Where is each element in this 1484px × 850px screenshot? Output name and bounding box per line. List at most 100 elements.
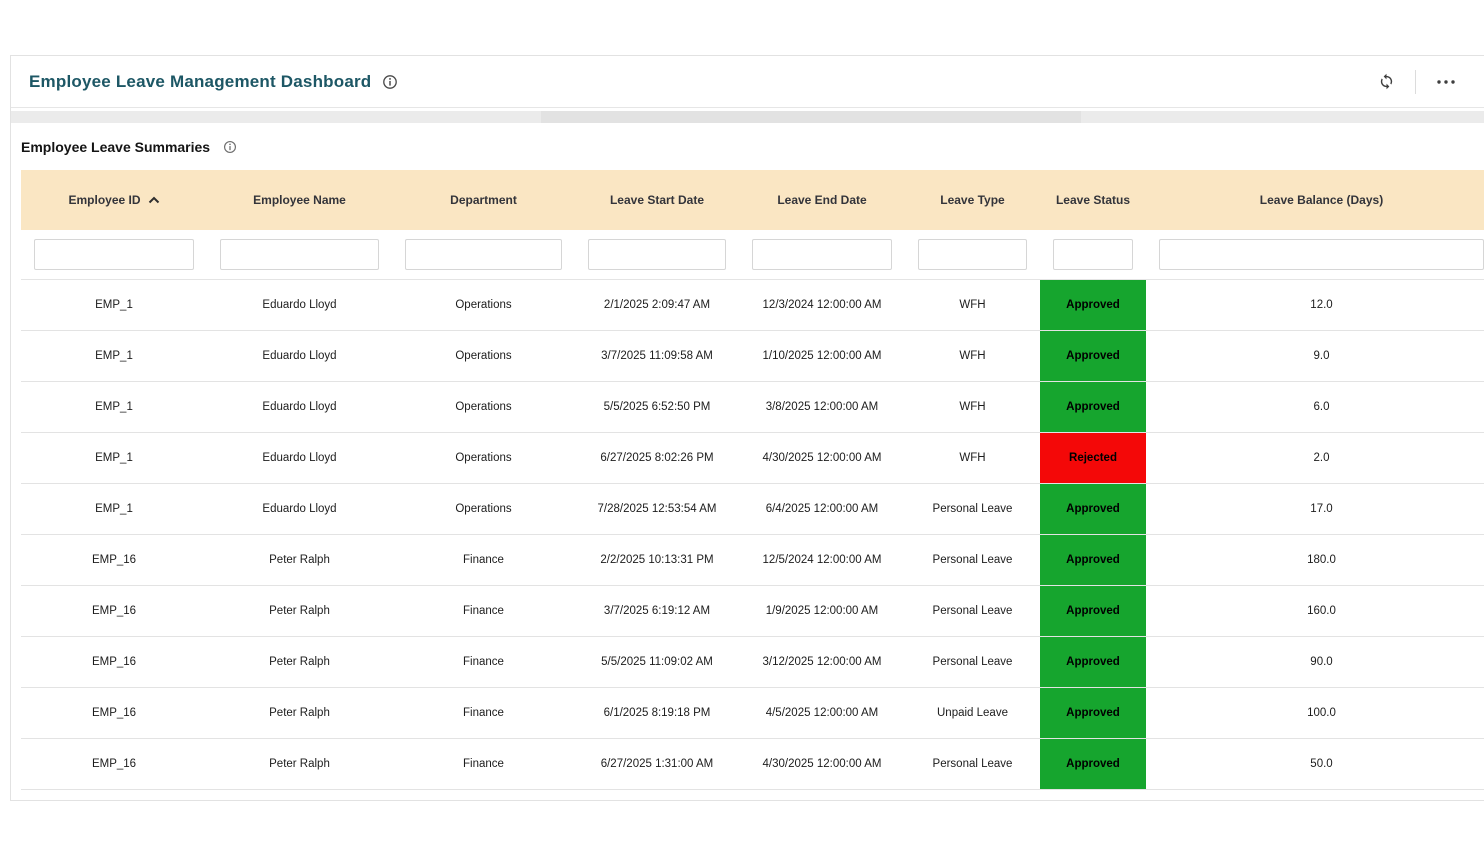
column-header-label: Leave Status xyxy=(1055,193,1131,207)
cell-leave-start: 6/1/2025 8:19:18 PM xyxy=(575,688,739,738)
cell-text: WFH xyxy=(959,299,986,311)
table-row[interactable]: EMP_1 Eduardo Lloyd Operations 6/27/2025 8:… xyxy=(21,433,1484,484)
table-row[interactable]: EMP_1 Eduardo Lloyd Operations 3/7/2025 11:… xyxy=(21,331,1484,382)
table-row[interactable]: EMP_16 Peter Ralph Finance 3/7/2025 6:19:12… xyxy=(21,586,1484,637)
filter-input-leave-start[interactable] xyxy=(588,239,726,270)
cell-text: Eduardo Lloyd xyxy=(262,350,337,362)
cell-text: Personal Leave xyxy=(932,656,1013,668)
cell-employee-name: Eduardo Lloyd xyxy=(207,382,392,432)
filter-input-department[interactable] xyxy=(405,239,562,270)
status-badge: Approved xyxy=(1040,484,1146,534)
refresh-icon[interactable] xyxy=(1378,73,1395,90)
cell-department: Finance xyxy=(392,739,575,789)
cell-text: WFH xyxy=(959,350,986,362)
cell-leave-start: 6/27/2025 1:31:00 AM xyxy=(575,739,739,789)
filter-cell xyxy=(207,239,392,270)
cell-text: Finance xyxy=(463,707,504,719)
cell-text: 6/27/2025 8:02:26 PM xyxy=(600,452,714,464)
cell-department: Operations xyxy=(392,331,575,381)
column-header-label: Leave Balance (Days) xyxy=(1259,193,1384,207)
cell-employee-name: Peter Ralph xyxy=(207,586,392,636)
cell-text: EMP_1 xyxy=(95,452,133,464)
filter-cell xyxy=(905,239,1040,270)
cell-employee-id: EMP_16 xyxy=(21,688,207,738)
status-badge: Rejected xyxy=(1040,433,1146,483)
table-row[interactable]: EMP_16 Peter Ralph Finance 5/5/2025 11:09:0… xyxy=(21,637,1484,688)
column-header-leave-type[interactable]: Leave Type xyxy=(905,193,1040,207)
column-header-leave-start[interactable]: Leave Start Date xyxy=(575,193,739,207)
cell-leave-type: Personal Leave xyxy=(905,586,1040,636)
cell-text: WFH xyxy=(959,452,986,464)
column-header-leave-status[interactable]: Leave Status xyxy=(1040,193,1146,207)
cell-text: 50.0 xyxy=(1310,758,1333,770)
cell-text: 1/9/2025 12:00:00 AM xyxy=(765,605,879,617)
table-row[interactable]: EMP_16 Peter Ralph Finance 2/2/2025 10:13:3… xyxy=(21,535,1484,586)
cell-text: 17.0 xyxy=(1310,503,1333,515)
section-heading: Employee Leave Summaries xyxy=(21,139,1484,155)
cell-leave-start: 3/7/2025 11:09:58 AM xyxy=(575,331,739,381)
cell-department: Finance xyxy=(392,586,575,636)
cell-text: Approved xyxy=(1066,758,1120,770)
status-badge: Approved xyxy=(1040,688,1146,738)
cell-leave-start: 2/1/2025 2:09:47 AM xyxy=(575,280,739,330)
cell-leave-start: 5/5/2025 6:52:50 PM xyxy=(575,382,739,432)
table-row[interactable]: EMP_1 Eduardo Lloyd Operations 5/5/2025 6:5… xyxy=(21,382,1484,433)
cell-text: Operations xyxy=(455,452,512,464)
column-header-employee-id[interactable]: Employee ID xyxy=(21,193,207,207)
filter-input-employee-name[interactable] xyxy=(220,239,379,270)
column-header-label: Department xyxy=(450,193,517,207)
cell-text: 180.0 xyxy=(1307,554,1336,566)
cell-employee-name: Eduardo Lloyd xyxy=(207,331,392,381)
status-badge: Approved xyxy=(1040,637,1146,687)
cell-employee-id: EMP_16 xyxy=(21,739,207,789)
status-badge: Approved xyxy=(1040,280,1146,330)
cell-text: 5/5/2025 6:52:50 PM xyxy=(603,401,711,413)
cell-text: 4/30/2025 12:00:00 AM xyxy=(762,452,882,464)
cell-text: 12/5/2024 12:00:00 AM xyxy=(762,554,882,566)
horizontal-scrollbar[interactable] xyxy=(11,111,1484,123)
filter-cell xyxy=(739,239,905,270)
cell-department: Operations xyxy=(392,484,575,534)
column-header-label: Leave Type xyxy=(940,193,1005,207)
cell-leave-type: Personal Leave xyxy=(905,484,1040,534)
filter-input-leave-status[interactable] xyxy=(1053,239,1133,270)
title-actions xyxy=(1378,69,1456,94)
cell-leave-balance: 50.0 xyxy=(1146,739,1484,789)
column-header-department[interactable]: Department xyxy=(392,193,575,207)
table-row[interactable]: EMP_16 Peter Ralph Finance 6/1/2025 8:19:18… xyxy=(21,688,1484,739)
cell-text: Operations xyxy=(455,350,512,362)
cell-text: Personal Leave xyxy=(932,503,1013,515)
filter-input-leave-balance[interactable] xyxy=(1159,239,1484,270)
cell-leave-balance: 12.0 xyxy=(1146,280,1484,330)
scrollbar-thumb[interactable] xyxy=(541,111,1081,123)
cell-text: Finance xyxy=(463,758,504,770)
cell-text: EMP_16 xyxy=(91,758,137,770)
cell-employee-id: EMP_1 xyxy=(21,382,207,432)
cell-text: 7/28/2025 12:53:54 AM xyxy=(597,503,717,515)
info-icon[interactable] xyxy=(223,140,237,154)
cell-department: Finance xyxy=(392,535,575,585)
filter-row xyxy=(21,230,1484,280)
cell-text: 3/8/2025 12:00:00 AM xyxy=(765,401,879,413)
filter-input-leave-type[interactable] xyxy=(918,239,1027,270)
cell-employee-name: Peter Ralph xyxy=(207,688,392,738)
column-header-leave-balance[interactable]: Leave Balance (Days) xyxy=(1146,193,1484,207)
cell-leave-end: 12/5/2024 12:00:00 AM xyxy=(739,535,905,585)
dashboard-card: Employee Leave Management Dashboard Empl… xyxy=(10,55,1484,801)
cell-text: Operations xyxy=(455,401,512,413)
cell-text: Peter Ralph xyxy=(269,605,330,617)
ellipsis-icon[interactable] xyxy=(1436,78,1456,86)
cell-leave-start: 6/27/2025 8:02:26 PM xyxy=(575,433,739,483)
column-header-leave-end[interactable]: Leave End Date xyxy=(739,193,905,207)
cell-employee-name: Peter Ralph xyxy=(207,637,392,687)
cell-leave-start: 3/7/2025 6:19:12 AM xyxy=(575,586,739,636)
filter-cell xyxy=(392,239,575,270)
filter-input-employee-id[interactable] xyxy=(34,239,194,270)
table-row[interactable]: EMP_1 Eduardo Lloyd Operations 2/1/2025 2:0… xyxy=(21,280,1484,331)
table-row[interactable]: EMP_16 Peter Ralph Finance 6/27/2025 1:31:0… xyxy=(21,739,1484,790)
table-row[interactable]: EMP_1 Eduardo Lloyd Operations 7/28/2025 12… xyxy=(21,484,1484,535)
filter-input-leave-end[interactable] xyxy=(752,239,892,270)
info-icon[interactable] xyxy=(382,74,398,90)
cell-text: 3/7/2025 11:09:58 AM xyxy=(601,350,713,362)
column-header-employee-name[interactable]: Employee Name xyxy=(207,193,392,207)
